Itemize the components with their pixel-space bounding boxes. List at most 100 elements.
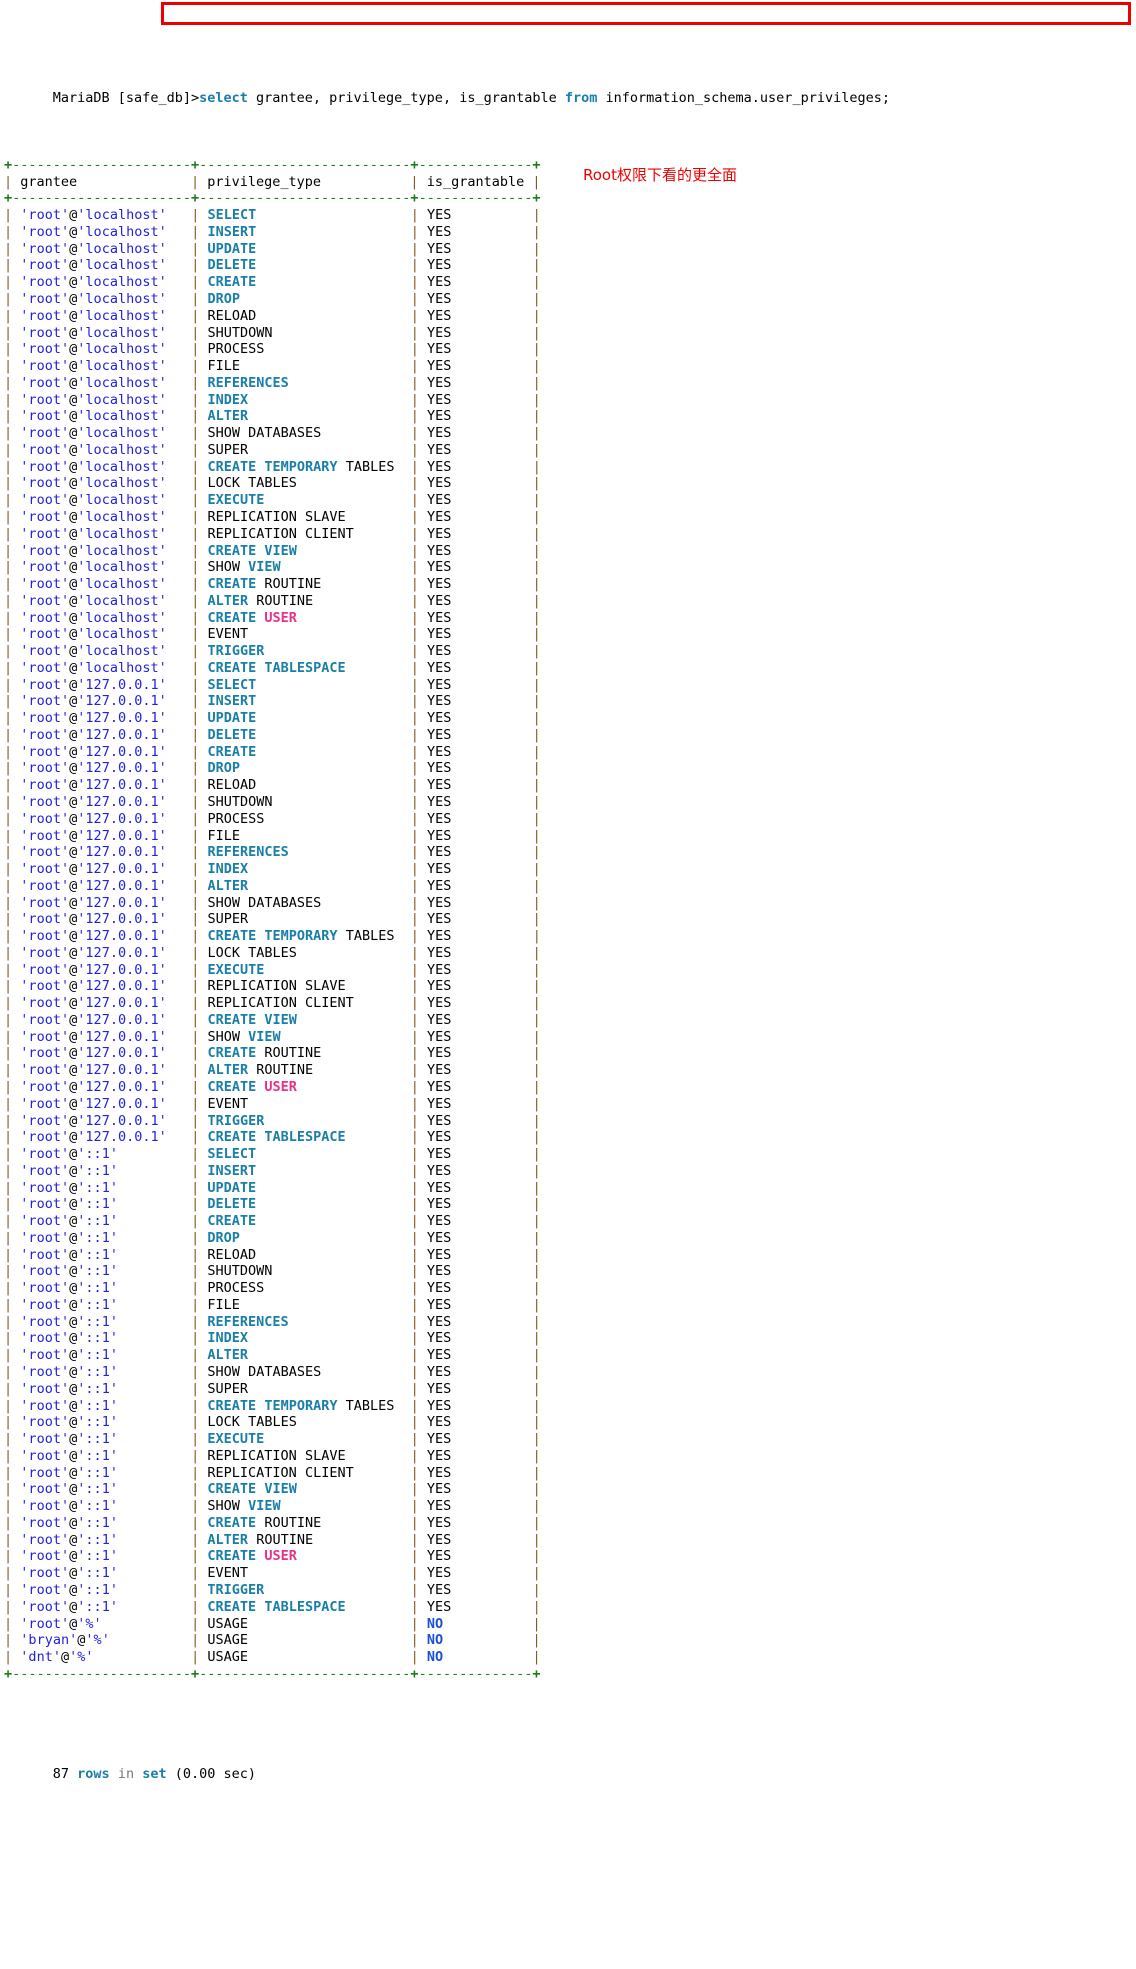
table-row: | 'root'@'localhost' | REPLICATION SLAVE…: [4, 508, 541, 525]
table-row: | 'root'@'127.0.0.1' | REPLICATION CLIEN…: [4, 995, 541, 1012]
table-row: | 'bryan'@'%' | USAGE | NO |: [4, 1632, 541, 1649]
table-row: | 'root'@'localhost' | CREATE ROUTINE | …: [4, 576, 541, 593]
table-row: | 'root'@'::1' | EVENT | YES |: [4, 1565, 541, 1582]
table-row: | 'root'@'::1' | REFERENCES | YES |: [4, 1313, 541, 1330]
table-row: | 'root'@'127.0.0.1' | RELOAD | YES |: [4, 777, 541, 794]
table-border: +----------------------+----------------…: [4, 1665, 541, 1682]
table-row: | 'root'@'localhost' | EVENT | YES |: [4, 626, 541, 643]
table-row: | 'root'@'127.0.0.1' | CREATE TEMPORARY …: [4, 928, 541, 945]
table-row: | 'root'@'localhost' | FILE | YES |: [4, 358, 541, 375]
table-row: | 'root'@'localhost' | SHOW DATABASES | …: [4, 425, 541, 442]
table-row: | 'root'@'::1' | TRIGGER | YES |: [4, 1581, 541, 1598]
table-row: | 'root'@'::1' | CREATE | YES |: [4, 1213, 541, 1230]
table-row: | 'root'@'localhost' | UPDATE | YES |: [4, 240, 541, 257]
table-row: | 'root'@'localhost' | DROP | YES |: [4, 291, 541, 308]
table-row: | 'root'@'localhost' | DELETE | YES |: [4, 257, 541, 274]
table-row: | 'root'@'localhost' | CREATE USER | YES…: [4, 609, 541, 626]
table-row: | 'root'@'localhost' | TRIGGER | YES |: [4, 643, 541, 660]
table-row: | 'root'@'localhost' | CREATE | YES |: [4, 274, 541, 291]
table-row: | 'root'@'%' | USAGE | NO |: [4, 1615, 541, 1632]
rows-in-set-text: 87 rows in set (0.00 sec): [52, 1766, 257, 1783]
table-row: | 'root'@'::1' | INDEX | YES |: [4, 1330, 541, 1347]
table-row: | 'root'@'127.0.0.1' | FILE | YES |: [4, 827, 541, 844]
table-row: | 'root'@'localhost' | REPLICATION CLIEN…: [4, 525, 541, 542]
table-row: | 'root'@'::1' | ALTER | YES |: [4, 1347, 541, 1364]
table-row: | 'root'@'127.0.0.1' | LOCK TABLES | YES…: [4, 944, 541, 961]
table-row: | 'root'@'::1' | ALTER ROUTINE | YES |: [4, 1531, 541, 1548]
table-row: | 'root'@'127.0.0.1' | SELECT | YES |: [4, 676, 541, 693]
table-row: | 'root'@'::1' | SUPER | YES |: [4, 1380, 541, 1397]
table-row: | 'root'@'127.0.0.1' | SUPER | YES |: [4, 911, 541, 928]
table-row: | 'root'@'::1' | CREATE TABLESPACE | YES…: [4, 1598, 541, 1615]
table-border: +----------------------+----------------…: [4, 156, 541, 173]
table-row: | 'root'@'127.0.0.1' | SHUTDOWN | YES |: [4, 793, 541, 810]
table-row: | 'root'@'::1' | REPLICATION CLIENT | YE…: [4, 1464, 541, 1481]
table-row: | 'root'@'127.0.0.1' | CREATE TABLESPACE…: [4, 1129, 541, 1146]
table-border: +----------------------+----------------…: [4, 190, 541, 207]
table-row: | 'root'@'127.0.0.1' | PROCESS | YES |: [4, 810, 541, 827]
table-row: | 'root'@'localhost' | CREATE TABLESPACE…: [4, 659, 541, 676]
table-row: | 'root'@'localhost' | SHOW VIEW | YES |: [4, 559, 541, 576]
table-row: | 'root'@'::1' | CREATE ROUTINE | YES |: [4, 1514, 541, 1531]
command-line[interactable]: MariaDB [safe_db]>select grantee, privil…: [4, 73, 890, 106]
table-row: | 'root'@'127.0.0.1' | SHOW DATABASES | …: [4, 894, 541, 911]
terminal-output: MariaDB [safe_db]>select grantee, privil…: [4, 6, 890, 1817]
table-row: | 'root'@'localhost' | INDEX | YES |: [4, 391, 541, 408]
table-row: | 'root'@'localhost' | CREATE TEMPORARY …: [4, 458, 541, 475]
table-row: | 'root'@'::1' | FILE | YES |: [4, 1296, 541, 1313]
table-row: | 'dnt'@'%' | USAGE | NO |: [4, 1649, 541, 1666]
table-row: | 'root'@'::1' | UPDATE | YES |: [4, 1179, 541, 1196]
table-row: | 'root'@'localhost' | SELECT | YES |: [4, 207, 541, 224]
table-row: | 'root'@'::1' | SHOW DATABASES | YES |: [4, 1364, 541, 1381]
table-row: | 'root'@'::1' | PROCESS | YES |: [4, 1280, 541, 1297]
table-row: | 'root'@'localhost' | LOCK TABLES | YES…: [4, 475, 541, 492]
table-row: | 'root'@'::1' | DELETE | YES |: [4, 1196, 541, 1213]
sql-query-text[interactable]: select grantee, privilege_type, is_grant…: [199, 90, 890, 106]
table-row: | 'root'@'127.0.0.1' | SHOW VIEW | YES |: [4, 1028, 541, 1045]
table-row: | 'root'@'localhost' | SHUTDOWN | YES |: [4, 324, 541, 341]
table-row: | 'root'@'localhost' | PROCESS | YES |: [4, 341, 541, 358]
result-table: +----------------------+----------------…: [4, 157, 890, 1683]
table-row: | 'root'@'::1' | CREATE VIEW | YES |: [4, 1481, 541, 1498]
table-row: | 'root'@'::1' | REPLICATION SLAVE | YES…: [4, 1447, 541, 1464]
table-row: | 'root'@'::1' | CREATE TEMPORARY TABLES…: [4, 1397, 541, 1414]
table-row: | 'root'@'localhost' | INSERT | YES |: [4, 223, 541, 240]
table-row: | 'root'@'::1' | SHUTDOWN | YES |: [4, 1263, 541, 1280]
table-row: | 'root'@'127.0.0.1' | INSERT | YES |: [4, 693, 541, 710]
mariadb-prompt: MariaDB [safe_db]>: [52, 89, 200, 106]
table-row: | 'root'@'::1' | RELOAD | YES |: [4, 1246, 541, 1263]
table-row: | 'root'@'::1' | SHOW VIEW | YES |: [4, 1498, 541, 1515]
table-row: | 'root'@'localhost' | CREATE VIEW | YES…: [4, 542, 541, 559]
table-row: | 'root'@'127.0.0.1' | CREATE ROUTINE | …: [4, 1045, 541, 1062]
table-row: | 'root'@'127.0.0.1' | DROP | YES |: [4, 760, 541, 777]
table-row: | 'root'@'localhost' | SUPER | YES |: [4, 441, 541, 458]
table-row: | 'root'@'::1' | CREATE USER | YES |: [4, 1548, 541, 1565]
table-row: | 'root'@'127.0.0.1' | EXECUTE | YES |: [4, 961, 541, 978]
annotation-note: Root权限下看的更全面: [583, 166, 737, 184]
table-row: | 'root'@'::1' | SELECT | YES |: [4, 1146, 541, 1163]
result-footer: 87 rows in set (0.00 sec): [4, 1750, 890, 1782]
table-row: | 'root'@'127.0.0.1' | CREATE USER | YES…: [4, 1079, 541, 1095]
table-row: | 'root'@'127.0.0.1' | DELETE | YES |: [4, 726, 541, 743]
table-row: | 'root'@'localhost' | EXECUTE | YES |: [4, 492, 541, 509]
table-row: | 'root'@'127.0.0.1' | ALTER | YES |: [4, 877, 541, 894]
table-row: | 'root'@'127.0.0.1' | CREATE | YES |: [4, 743, 541, 760]
terminal-window: MariaDB [safe_db]>select grantee, privil…: [0, 0, 1136, 1969]
table-row: | 'root'@'::1' | INSERT | YES |: [4, 1162, 541, 1179]
table-row: | 'root'@'::1' | LOCK TABLES | YES |: [4, 1414, 541, 1431]
table-row: | 'root'@'127.0.0.1' | TRIGGER | YES |: [4, 1112, 541, 1129]
table-row: | 'root'@'localhost' | RELOAD | YES |: [4, 307, 541, 324]
table-row: | 'root'@'localhost' | ALTER | YES |: [4, 408, 541, 425]
table-row: | 'root'@'127.0.0.1' | UPDATE | YES |: [4, 710, 541, 727]
table-row: | 'root'@'127.0.0.1' | EVENT | YES |: [4, 1095, 541, 1112]
table-row: | 'root'@'127.0.0.1' | CREATE VIEW | YES…: [4, 1011, 541, 1028]
table-row: | 'root'@'localhost' | ALTER ROUTINE | Y…: [4, 592, 541, 609]
table-row: | 'root'@'::1' | DROP | YES |: [4, 1229, 541, 1246]
table-row: | 'root'@'127.0.0.1' | REPLICATION SLAVE…: [4, 978, 541, 995]
table-row: | 'root'@'127.0.0.1' | REFERENCES | YES …: [4, 844, 541, 861]
table-row: | 'root'@'localhost' | REFERENCES | YES …: [4, 374, 541, 391]
table-row: | 'root'@'127.0.0.1' | ALTER ROUTINE | Y…: [4, 1062, 541, 1079]
table-row: | 'root'@'127.0.0.1' | INDEX | YES |: [4, 861, 541, 878]
table-row: | 'root'@'::1' | EXECUTE | YES |: [4, 1431, 541, 1448]
table-header-row: | grantee | privilege_type | is_grantabl…: [4, 173, 541, 190]
